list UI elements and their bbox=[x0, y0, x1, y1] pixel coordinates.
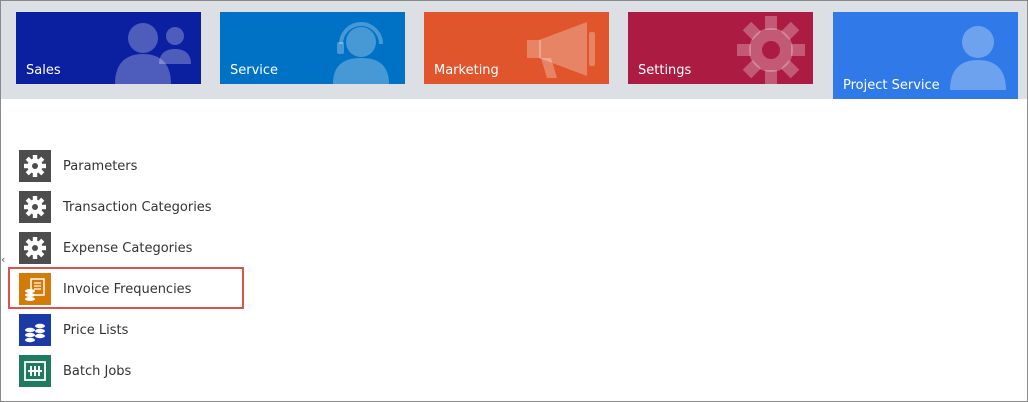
nav-item-expense-categories[interactable]: Expense Categories bbox=[19, 232, 244, 264]
megaphone-icon bbox=[527, 22, 595, 78]
invoice-icon bbox=[19, 273, 51, 305]
batch-jobs-icon bbox=[19, 355, 51, 387]
price-list-icon bbox=[19, 314, 51, 346]
collapse-panel-arrow[interactable]: ‹ bbox=[1, 253, 5, 266]
tile-label: Marketing bbox=[434, 63, 499, 78]
tile-label: Sales bbox=[26, 63, 61, 78]
tile-settings[interactable]: Settings bbox=[628, 12, 813, 84]
nav-item-label: Parameters bbox=[63, 158, 138, 174]
gear-icon bbox=[19, 150, 51, 182]
nav-item-label: Price Lists bbox=[63, 322, 129, 338]
gear-icon bbox=[19, 191, 51, 223]
nav-item-price-lists[interactable]: Price Lists bbox=[19, 314, 244, 346]
tile-marketing[interactable]: Marketing bbox=[424, 12, 609, 84]
tile-label: Settings bbox=[638, 63, 692, 78]
tile-service[interactable]: Service bbox=[220, 12, 405, 84]
nav-item-parameters[interactable]: Parameters bbox=[19, 150, 244, 182]
gear-icon bbox=[19, 232, 51, 264]
tile-label: Project Service bbox=[843, 78, 940, 93]
area-tile-bar: Sales Service Marketing Settings Project… bbox=[1, 1, 1027, 99]
headset-agent-icon bbox=[333, 22, 389, 84]
nav-item-label: Invoice Frequencies bbox=[63, 281, 192, 297]
nav-item-label: Batch Jobs bbox=[63, 363, 132, 379]
people-icon bbox=[115, 23, 191, 84]
nav-item-batch-jobs[interactable]: Batch Jobs bbox=[19, 355, 244, 387]
nav-item-label: Expense Categories bbox=[63, 240, 193, 256]
nav-item-transaction-categories[interactable]: Transaction Categories bbox=[19, 191, 244, 223]
gear-icon bbox=[737, 16, 805, 84]
tile-project-service[interactable]: Project Service bbox=[833, 12, 1018, 99]
tile-label: Service bbox=[230, 63, 279, 78]
nav-item-invoice-frequencies[interactable]: Invoice Frequencies bbox=[19, 273, 244, 305]
tile-sales[interactable]: Sales bbox=[16, 12, 201, 84]
nav-item-label: Transaction Categories bbox=[63, 199, 212, 215]
app-frame: Sales Service Marketing Settings Project… bbox=[0, 0, 1028, 402]
